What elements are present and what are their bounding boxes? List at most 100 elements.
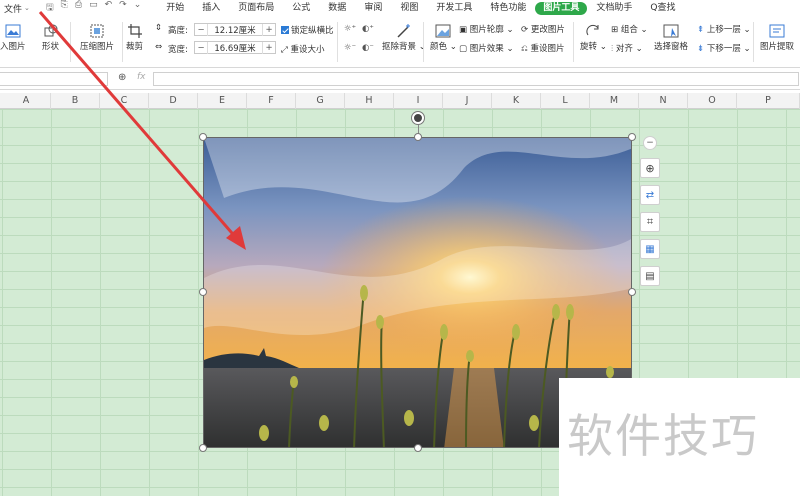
crop-side-button[interactable]: ⌗	[640, 212, 660, 232]
compress-icon	[90, 24, 104, 38]
file-menu[interactable]: 文件 ⌄	[0, 2, 40, 15]
bring-forward-icon: ⇞	[697, 25, 705, 35]
print-preview-icon[interactable]: ▭	[89, 0, 98, 16]
resize-handle[interactable]	[414, 444, 422, 452]
column-header[interactable]: G	[296, 93, 345, 109]
column-header[interactable]: O	[688, 93, 737, 109]
tab-formulas[interactable]: 公式	[283, 0, 319, 16]
tab-review[interactable]: 审阅	[355, 0, 391, 16]
resize-handle[interactable]	[414, 133, 422, 141]
format-painter-icon[interactable]: ⎘	[61, 0, 68, 16]
selection-pane-button[interactable]: 选择窗格	[654, 24, 688, 52]
effect-button[interactable]: ▢ 图片效果 ⌄	[459, 42, 514, 54]
height-icon: ⇕	[155, 23, 163, 33]
tab-insert[interactable]: 插入	[193, 0, 229, 16]
zoom-in-icon: ⊕	[645, 161, 655, 175]
column-header[interactable]: A	[2, 93, 51, 109]
column-header[interactable]: D	[149, 93, 198, 109]
reset-image-label: 重设图片	[530, 44, 565, 54]
resize-handle[interactable]	[199, 288, 207, 296]
tab-features[interactable]: 特色功能	[481, 0, 535, 16]
resize-handle[interactable]	[199, 444, 207, 452]
tab-data[interactable]: 数据	[319, 0, 355, 16]
extract-image-button[interactable]: 图片提取	[760, 24, 794, 52]
zoom-icon[interactable]: ⊕	[118, 72, 126, 83]
name-box[interactable]	[0, 72, 108, 86]
brightness-down-icon[interactable]: ☼⁻	[344, 43, 356, 53]
resize-handle[interactable]	[199, 133, 207, 141]
picture-layout-button[interactable]: ▤	[640, 266, 660, 286]
crop-button[interactable]: 裁剪	[126, 24, 143, 52]
height-label: 高度:	[168, 26, 188, 36]
column-header[interactable]: L	[541, 93, 590, 109]
search-button[interactable]: Q查找	[641, 0, 684, 16]
contrast-up-icon[interactable]: ◐⁺	[362, 24, 374, 34]
rotate-button[interactable]: 旋转 ⌄	[580, 24, 607, 52]
insert-image-button[interactable]: 入图片	[0, 24, 26, 52]
column-header[interactable]: M	[590, 93, 639, 109]
column-header[interactable]: N	[639, 93, 688, 109]
tab-page-layout[interactable]: 页面布局	[229, 0, 283, 16]
color-button[interactable]: 颜色 ⌄	[430, 24, 457, 52]
tab-home[interactable]: 开始	[157, 0, 193, 16]
lock-ratio-checkbox[interactable]: 锁定纵横比	[281, 24, 334, 36]
shape-button[interactable]: 形状	[42, 24, 59, 52]
reset-size-label: 重设大小	[290, 45, 325, 55]
contrast-down-icon[interactable]: ◐⁻	[362, 43, 374, 53]
decrease-height-button[interactable]: −	[195, 25, 207, 35]
shape-label: 形状	[42, 42, 60, 52]
change-image-button[interactable]: ⟳ 更改图片	[521, 23, 565, 35]
outline-label: 图片轮廓	[469, 25, 504, 35]
zoom-picture-button[interactable]: ⊕	[640, 158, 660, 178]
reset-size-button[interactable]: ⤢ 重设大小	[281, 43, 325, 55]
column-header[interactable]: K	[492, 93, 541, 109]
tab-doc-assistant[interactable]: 文档助手	[587, 0, 641, 16]
width-value: 16.69厘米	[207, 41, 263, 54]
ribbon-separator	[423, 22, 424, 62]
send-backward-button[interactable]: ⇟ 下移一层 ⌄	[697, 42, 751, 54]
fx-icon[interactable]: fx	[137, 72, 146, 82]
tab-picture-tools[interactable]: 图片工具	[535, 1, 588, 15]
column-header[interactable]: C	[100, 93, 149, 109]
resize-handle[interactable]	[628, 288, 636, 296]
height-field[interactable]: − 12.12厘米 +	[194, 23, 276, 36]
column-header[interactable]: P	[737, 93, 800, 109]
tab-developer[interactable]: 开发工具	[427, 0, 481, 16]
column-header[interactable]: I	[394, 93, 443, 109]
column-header[interactable]: H	[345, 93, 394, 109]
matting-button[interactable]: ▦	[640, 239, 660, 259]
group-button[interactable]: ⊞ 组合 ⌄	[611, 23, 648, 35]
tab-view[interactable]: 视图	[391, 0, 427, 16]
align-label: 对齐	[615, 44, 633, 54]
minus-icon: −	[646, 138, 654, 148]
remove-background-button[interactable]: 抠除背景 ⌄	[382, 24, 426, 52]
convert-icon: ⇄	[645, 189, 655, 201]
ribbon-separator	[70, 22, 71, 62]
print-icon[interactable]: ⎙	[75, 0, 82, 16]
formula-input[interactable]	[153, 72, 799, 86]
ribbon-separator	[753, 22, 754, 62]
collapse-button[interactable]: −	[643, 136, 657, 150]
reset-image-button[interactable]: ⎌ 重设图片	[521, 42, 565, 54]
decrease-width-button[interactable]: −	[195, 43, 207, 53]
undo-icon[interactable]: ↶	[105, 0, 113, 16]
customize-icon[interactable]: ⌄	[134, 0, 142, 16]
increase-height-button[interactable]: +	[263, 25, 275, 35]
increase-width-button[interactable]: +	[263, 43, 275, 53]
column-header[interactable]: F	[247, 93, 296, 109]
compress-button[interactable]: 压缩图片	[80, 24, 114, 52]
align-button[interactable]: ⫶ 对齐 ⌄	[611, 42, 643, 54]
outline-button[interactable]: ▣ 图片轮廓 ⌄	[459, 23, 514, 35]
rotate-handle[interactable]	[412, 112, 424, 124]
column-header[interactable]: B	[51, 93, 100, 109]
rotate-label: 旋转	[580, 42, 598, 52]
width-field[interactable]: − 16.69厘米 +	[194, 41, 276, 54]
brightness-up-icon[interactable]: ☼⁺	[344, 24, 356, 34]
picture-convert-button[interactable]: ⇄	[640, 185, 660, 205]
column-header[interactable]: J	[443, 93, 492, 109]
redo-icon[interactable]: ↷	[119, 0, 127, 16]
column-header[interactable]: E	[198, 93, 247, 109]
resize-handle[interactable]	[628, 133, 636, 141]
bring-forward-button[interactable]: ⇞ 上移一层 ⌄	[697, 23, 751, 35]
save-icon[interactable]: 🖫	[46, 0, 54, 16]
